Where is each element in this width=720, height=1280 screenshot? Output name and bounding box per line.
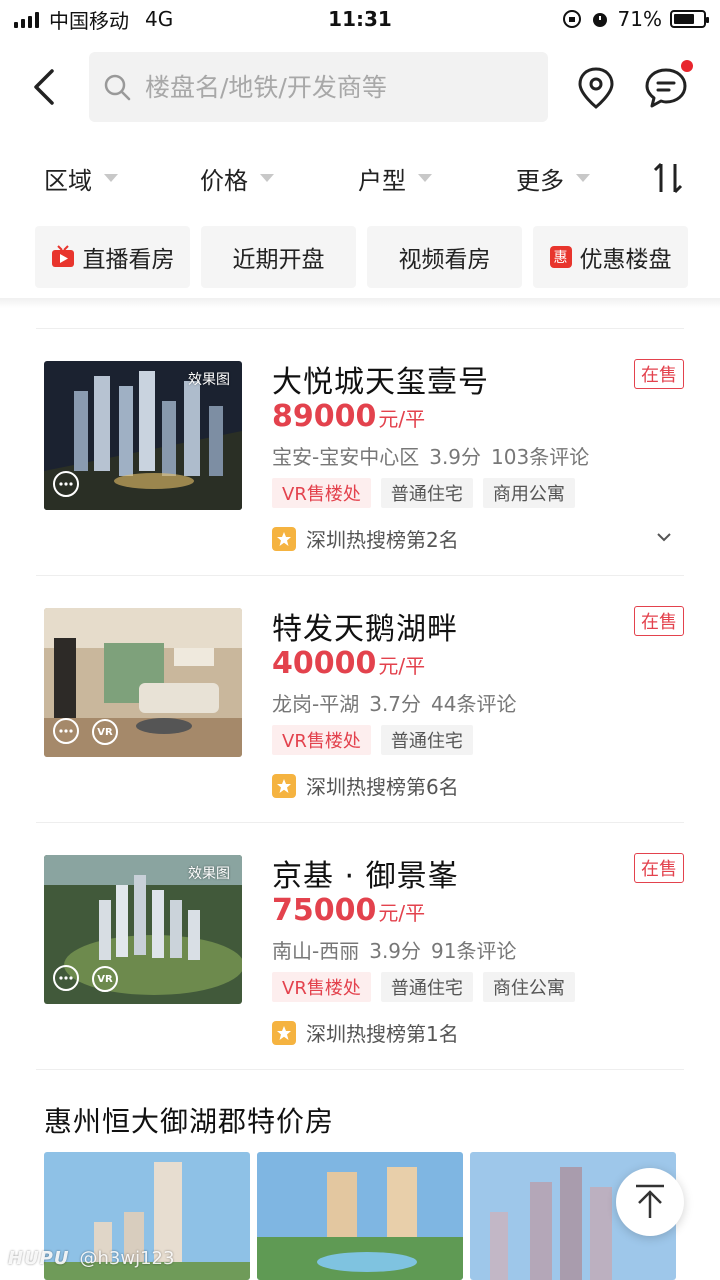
star-icon: [272, 773, 296, 798]
status-bar: 中国移动 4G 11:31 71%: [0, 0, 720, 38]
divider: [36, 328, 684, 329]
listing-card[interactable]: VR 特发天鹅湖畔 在售 40000 元/平 龙岗-平湖 3.7分 44条评论 VR售…: [0, 606, 720, 838]
filter-layout[interactable]: 户型: [358, 152, 432, 204]
back-to-top-button[interactable]: [616, 1168, 684, 1236]
status-badge: 在售: [634, 359, 684, 389]
listing-title: 特发天鹅湖畔: [272, 612, 458, 647]
search-box[interactable]: [89, 52, 548, 122]
tag-upcoming-opening[interactable]: 近期开盘: [201, 226, 356, 288]
rotation-lock-icon: [562, 10, 581, 28]
render-label: 效果图: [188, 866, 230, 882]
status-badge: 在售: [634, 606, 684, 636]
listing-meta: 龙岗-平湖 3.7分 44条评论: [272, 692, 517, 716]
discount-icon: 惠: [549, 246, 572, 268]
filter-region[interactable]: 区域: [44, 152, 118, 204]
battery-icon: [670, 10, 709, 28]
listing-meta: 南山-西丽 3.9分 91条评论: [272, 939, 517, 963]
listing-price: 75000 元/平: [272, 893, 426, 928]
watermark-logo: HUPU: [8, 1248, 70, 1269]
promo-section-title: 惠州恒大御湖郡特价房: [44, 1105, 335, 1138]
tag-residential: 普通住宅: [380, 972, 473, 1002]
notification-dot: [681, 60, 693, 72]
listing-card[interactable]: 效果图 VR 京基 · 御景峯 在售 75000 元/平 南山-西丽 3.9分 91条…: [0, 853, 720, 1085]
listing-tags: VR售楼处 普通住宅 商住公寓: [272, 972, 575, 1002]
caret-down-icon: [260, 174, 274, 182]
chevron-down-icon[interactable]: [654, 527, 674, 547]
filter-more[interactable]: 更多: [516, 152, 590, 204]
hot-rank: 深圳热搜榜第6名: [272, 771, 459, 800]
tag-live-tour[interactable]: 直播看房: [35, 226, 190, 288]
listing-title: 大悦城天玺壹号: [272, 365, 489, 400]
listing-meta: 宝安-宝安中心区 3.9分 103条评论: [272, 445, 590, 469]
tag-vr-sales: VR售楼处: [272, 478, 371, 508]
watermark: HUPU @h3wj123: [8, 1248, 174, 1269]
back-arrow-icon[interactable]: [26, 67, 66, 107]
alarm-icon: [592, 13, 607, 27]
battery-percent: 71%: [617, 7, 662, 31]
filter-price[interactable]: 价格: [200, 152, 274, 204]
listing-thumbnail[interactable]: 效果图 VR: [44, 855, 242, 1004]
vr-icon[interactable]: VR: [92, 966, 118, 992]
chat-bubble-icon[interactable]: [52, 717, 80, 745]
listing-tags: VR售楼处 普通住宅 商用公寓: [272, 478, 575, 508]
caret-down-icon: [576, 174, 590, 182]
listing-tags: VR售楼处 普通住宅: [272, 725, 473, 755]
star-icon: [272, 1020, 296, 1045]
hot-rank: 深圳热搜榜第1名: [272, 1018, 459, 1047]
status-badge: 在售: [634, 853, 684, 883]
caret-down-icon: [104, 174, 118, 182]
search-input[interactable]: [145, 72, 525, 102]
listing-thumbnail[interactable]: VR: [44, 608, 242, 757]
top-nav: [0, 52, 720, 122]
tag-vr-sales: VR售楼处: [272, 972, 371, 1002]
listing-card[interactable]: 效果图 大悦城天玺壹号 在售 89000 元/平 宝安-宝安中心区 3.9分 103条…: [0, 359, 720, 591]
watermark-user: @h3wj123: [79, 1248, 175, 1269]
render-label: 效果图: [188, 372, 230, 388]
listing-price: 40000 元/平: [272, 646, 426, 681]
chat-bubble-icon[interactable]: [52, 470, 80, 498]
tag-residential: 普通住宅: [380, 478, 473, 508]
promo-image[interactable]: [257, 1152, 463, 1280]
chat-bubble-icon[interactable]: [52, 964, 80, 992]
live-tv-icon: [51, 245, 74, 267]
signal-icon: [14, 10, 39, 28]
carrier-label: 中国移动: [49, 8, 129, 33]
hot-rank: 深圳热搜榜第2名: [272, 524, 459, 553]
listing-thumbnail[interactable]: 效果图: [44, 361, 242, 510]
filter-bar: 区域 价格 户型 更多: [0, 152, 720, 204]
search-icon: [104, 74, 131, 101]
star-icon: [272, 526, 296, 551]
arrow-up-icon: [636, 1184, 664, 1218]
tag-residential: 普通住宅: [380, 725, 473, 755]
divider: [36, 1069, 684, 1070]
sort-icon[interactable]: [650, 160, 686, 196]
tag-discount[interactable]: 惠 优惠楼盘: [533, 226, 688, 288]
divider: [36, 575, 684, 576]
network-label: 4G: [145, 7, 174, 31]
caret-down-icon: [418, 174, 432, 182]
message-icon[interactable]: [644, 66, 688, 110]
tag-apartment: 商用公寓: [482, 478, 575, 508]
vr-icon[interactable]: VR: [92, 719, 118, 745]
tag-video-tour[interactable]: 视频看房: [367, 226, 522, 288]
tag-apartment: 商住公寓: [482, 972, 575, 1002]
quick-tags: 直播看房 近期开盘 视频看房 惠 优惠楼盘: [0, 226, 720, 288]
divider: [36, 822, 684, 823]
listing-title: 京基 · 御景峯: [272, 859, 459, 894]
header-shadow: [0, 298, 720, 308]
tag-vr-sales: VR售楼处: [272, 725, 371, 755]
location-pin-icon[interactable]: [576, 66, 616, 110]
listing-price: 89000 元/平: [272, 399, 426, 434]
